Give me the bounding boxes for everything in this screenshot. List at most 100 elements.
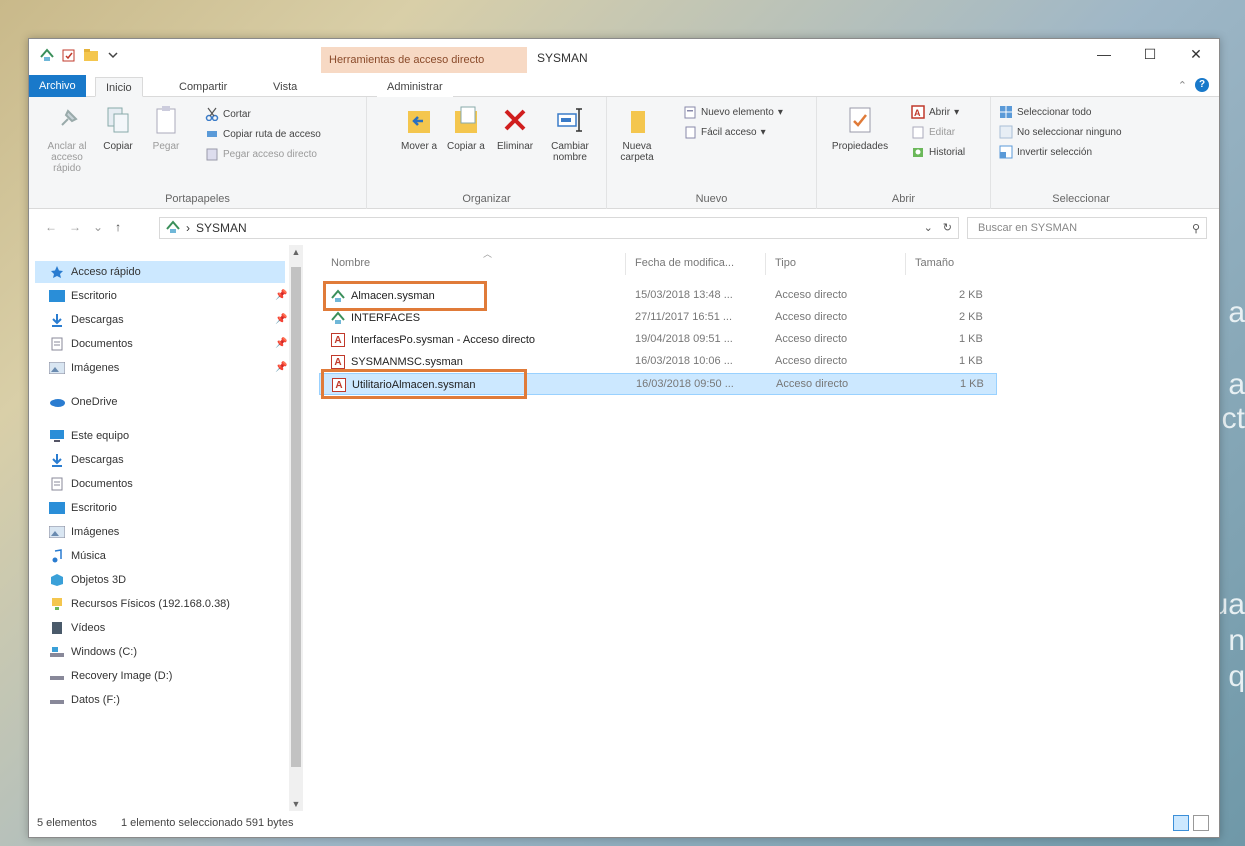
- select-none-label: No seleccionar ninguno: [1017, 126, 1122, 138]
- move-to-icon: [404, 103, 434, 137]
- new-folder-icon[interactable]: [83, 47, 99, 63]
- rename-button[interactable]: Cambiar nombre: [545, 103, 595, 163]
- download-icon: [49, 313, 65, 327]
- file-size: 1 KB: [960, 378, 984, 390]
- copy-path-icon: [205, 127, 219, 141]
- help-icon[interactable]: ?: [1195, 78, 1209, 92]
- invert-selection-button[interactable]: Invertir selección: [999, 145, 1092, 159]
- open-button[interactable]: A Abrir ▾: [911, 105, 959, 119]
- tab-manage[interactable]: Administrar: [377, 77, 453, 97]
- forward-arrow-icon[interactable]: →: [69, 220, 81, 234]
- file-type: Acceso directo: [775, 289, 848, 301]
- nav-pc-3d-objects[interactable]: Objetos 3D: [49, 569, 126, 591]
- details-view-icon[interactable]: [1173, 815, 1189, 831]
- wallpaper-text: q: [1228, 660, 1245, 693]
- file-row[interactable]: A InterfacesPo.sysman - Acceso directo 1…: [319, 329, 997, 351]
- history-button[interactable]: Historial: [911, 145, 965, 159]
- nav-desktop-pinned[interactable]: Escritorio: [49, 285, 117, 307]
- red-document-icon: A: [331, 355, 345, 369]
- copy-to-button[interactable]: Copiar a: [447, 103, 485, 152]
- new-folder-button[interactable]: Nueva carpeta: [617, 103, 657, 163]
- paste-shortcut-button[interactable]: Pegar acceso directo: [205, 147, 317, 161]
- scroll-down-icon[interactable]: ▼: [289, 799, 303, 809]
- sysman-app-icon: [39, 47, 55, 63]
- pin-icon[interactable]: 📌: [275, 290, 287, 301]
- nav-pc-music[interactable]: Música: [49, 545, 106, 567]
- nav-pc-network-folder[interactable]: Recursos Físicos (192.168.0.38): [49, 593, 230, 615]
- organize-group-label: Organizar: [462, 193, 511, 205]
- scroll-thumb[interactable]: [291, 267, 301, 767]
- close-button[interactable]: ✕: [1173, 39, 1219, 69]
- properties-icon[interactable]: [61, 47, 77, 63]
- column-header-type[interactable]: Tipo: [775, 257, 796, 269]
- tab-share[interactable]: Compartir: [169, 77, 237, 97]
- search-icon[interactable]: ⚲: [1192, 219, 1200, 239]
- minimize-button[interactable]: —: [1081, 39, 1127, 69]
- pin-quick-access-button[interactable]: Anclar al acceso rápido: [37, 103, 97, 174]
- file-size: 1 KB: [959, 333, 983, 345]
- column-header-date[interactable]: Fecha de modifica...: [635, 257, 734, 269]
- breadcrumb-chevron-icon[interactable]: ›: [186, 221, 190, 235]
- column-date-label: Fecha de modifica...: [635, 257, 735, 269]
- nav-downloads-pinned[interactable]: Descargas: [49, 309, 124, 331]
- up-arrow-icon[interactable]: ↑: [115, 220, 121, 234]
- select-group-label: Seleccionar: [1052, 193, 1110, 205]
- nav-pc-drive-c[interactable]: Windows (C:): [49, 641, 137, 663]
- edit-button[interactable]: Editar: [911, 125, 955, 139]
- column-separator[interactable]: [905, 253, 906, 275]
- nav-pc-videos[interactable]: Vídeos: [49, 617, 105, 639]
- nav-pc-images[interactable]: Imágenes: [49, 521, 119, 543]
- copy-path-button[interactable]: Copiar ruta de acceso: [205, 127, 321, 141]
- nav-pc-drive-d[interactable]: Recovery Image (D:): [49, 665, 172, 687]
- copy-button[interactable]: Copiar: [103, 103, 133, 152]
- nav-pc-documents[interactable]: Documentos: [49, 473, 133, 495]
- column-header-size[interactable]: Tamaño: [915, 257, 954, 269]
- nav-images-pinned[interactable]: Imágenes: [49, 357, 119, 379]
- pin-icon: [52, 103, 82, 137]
- nav-this-pc[interactable]: Este equipo: [49, 425, 129, 447]
- large-icons-view-icon[interactable]: [1193, 815, 1209, 831]
- pin-icon[interactable]: 📌: [275, 362, 287, 373]
- nav-onedrive[interactable]: OneDrive: [49, 391, 117, 413]
- column-separator[interactable]: [625, 253, 626, 275]
- cut-button[interactable]: Cortar: [205, 107, 251, 121]
- tab-file[interactable]: Archivo: [29, 75, 86, 97]
- highlight-box: [323, 281, 487, 311]
- windows-drive-icon: [49, 645, 65, 659]
- open-label: Abrir: [929, 106, 951, 118]
- address-dropdown-icon[interactable]: ⌄: [924, 221, 933, 234]
- delete-button[interactable]: Eliminar: [497, 103, 533, 152]
- move-to-button[interactable]: Mover a: [401, 103, 437, 152]
- nav-documents-pinned[interactable]: Documentos: [49, 333, 133, 355]
- recent-chevron-icon[interactable]: ⌄: [93, 220, 103, 234]
- column-separator[interactable]: [765, 253, 766, 275]
- pin-icon[interactable]: 📌: [275, 338, 287, 349]
- new-item-button[interactable]: Nuevo elemento ▾: [683, 105, 783, 119]
- expand-ribbon-icon[interactable]: ⌃: [1178, 79, 1187, 92]
- select-none-button[interactable]: No seleccionar ninguno: [999, 125, 1122, 139]
- easy-access-button[interactable]: Fácil acceso ▾: [683, 125, 766, 139]
- easy-access-label: Fácil acceso: [701, 126, 757, 138]
- tab-home[interactable]: Inicio: [95, 77, 143, 97]
- tab-view[interactable]: Vista: [263, 77, 307, 97]
- column-header-name[interactable]: Nombre: [331, 257, 370, 269]
- nav-pc-desktop[interactable]: Escritorio: [49, 497, 117, 519]
- address-bar[interactable]: › SYSMAN ⌄ ↻: [159, 217, 959, 239]
- computer-icon: [49, 429, 65, 443]
- pin-icon[interactable]: 📌: [275, 314, 287, 325]
- select-all-button[interactable]: Seleccionar todo: [999, 105, 1092, 119]
- paste-button[interactable]: Pegar: [151, 103, 181, 152]
- back-arrow-icon[interactable]: ←: [45, 220, 57, 234]
- maximize-button[interactable]: ☐: [1127, 39, 1173, 69]
- search-input[interactable]: Buscar en SYSMAN ⚲: [967, 217, 1207, 239]
- properties-button[interactable]: Propiedades: [827, 103, 893, 152]
- scroll-up-icon[interactable]: ▲: [289, 247, 303, 257]
- refresh-icon[interactable]: ↻: [943, 221, 952, 234]
- nav-scrollbar[interactable]: ▲ ▼: [289, 245, 303, 811]
- chevron-down-icon[interactable]: [105, 47, 121, 63]
- nav-pc-downloads[interactable]: Descargas: [49, 449, 124, 471]
- nav-pc-drive-f[interactable]: Datos (F:): [49, 689, 120, 711]
- nav-quick-access[interactable]: Acceso rápido: [35, 261, 285, 283]
- ribbon-tabs: Archivo Inicio Compartir Vista Administr…: [29, 73, 1219, 97]
- breadcrumb[interactable]: SYSMAN: [196, 221, 247, 235]
